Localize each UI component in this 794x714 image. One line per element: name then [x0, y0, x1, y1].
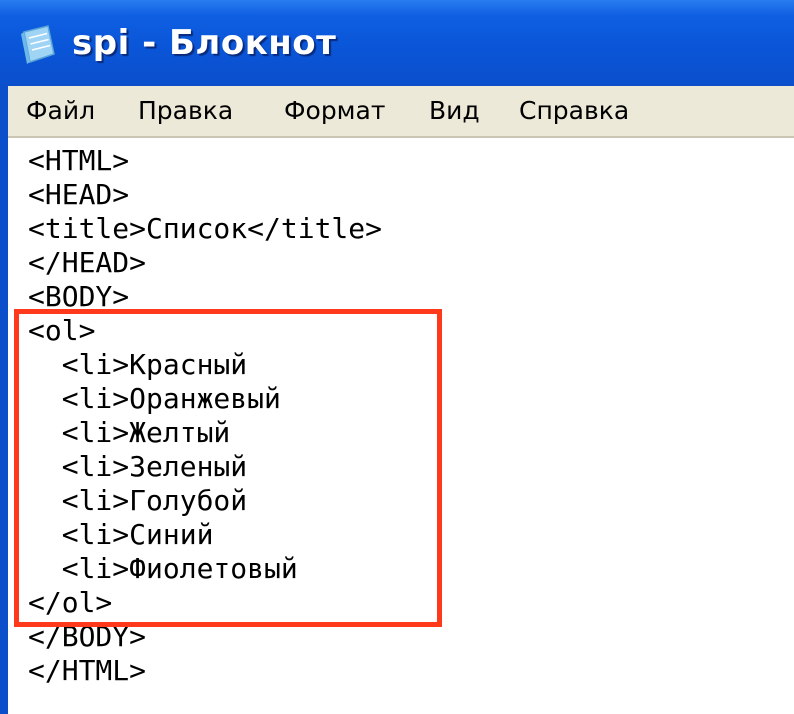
window-border — [0, 86, 8, 714]
notepad-window: spi - Блокнот Файл Правка Формат Вид Спр… — [0, 0, 794, 714]
code-line: </HEAD> — [28, 246, 147, 279]
code-line: <li>Фиолетовый — [28, 552, 298, 585]
code-line: <li>Зеленый — [28, 450, 248, 483]
code-line: <BODY> — [28, 280, 130, 313]
code-line: </ol> — [28, 586, 113, 619]
title-bar[interactable]: spi - Блокнот — [0, 0, 794, 86]
menu-edit[interactable]: Правка — [134, 93, 237, 129]
code-line: <HEAD> — [28, 178, 130, 211]
code-line: <HTML> — [28, 144, 130, 177]
code-line: <li>Красный — [28, 348, 248, 381]
code-line: <li>Голубой — [28, 484, 248, 517]
code-line: <li>Оранжевый — [28, 382, 281, 415]
window-title: spi - Блокнот — [72, 23, 337, 63]
menu-help[interactable]: Справка — [515, 93, 633, 129]
code-line: </BODY> — [28, 620, 147, 653]
code-line: <li>Синий — [28, 518, 214, 551]
notepad-icon — [21, 25, 55, 64]
text-editor-area[interactable]: <HTML> <HEAD> <title>Список</title> </HE… — [8, 138, 794, 714]
menu-view[interactable]: Вид — [425, 93, 484, 129]
code-line: <li>Желтый — [28, 416, 231, 449]
code-line: </HTML> — [28, 654, 147, 687]
menu-file[interactable]: Файл — [22, 93, 99, 129]
menu-bar: Файл Правка Формат Вид Справка — [0, 86, 794, 138]
code-line: <ol> — [28, 314, 96, 347]
code-line: <title>Список</title> — [28, 212, 383, 245]
desktop-background: spi - Блокнот Файл Правка Формат Вид Спр… — [0, 0, 794, 714]
menu-format[interactable]: Формат — [280, 93, 389, 129]
